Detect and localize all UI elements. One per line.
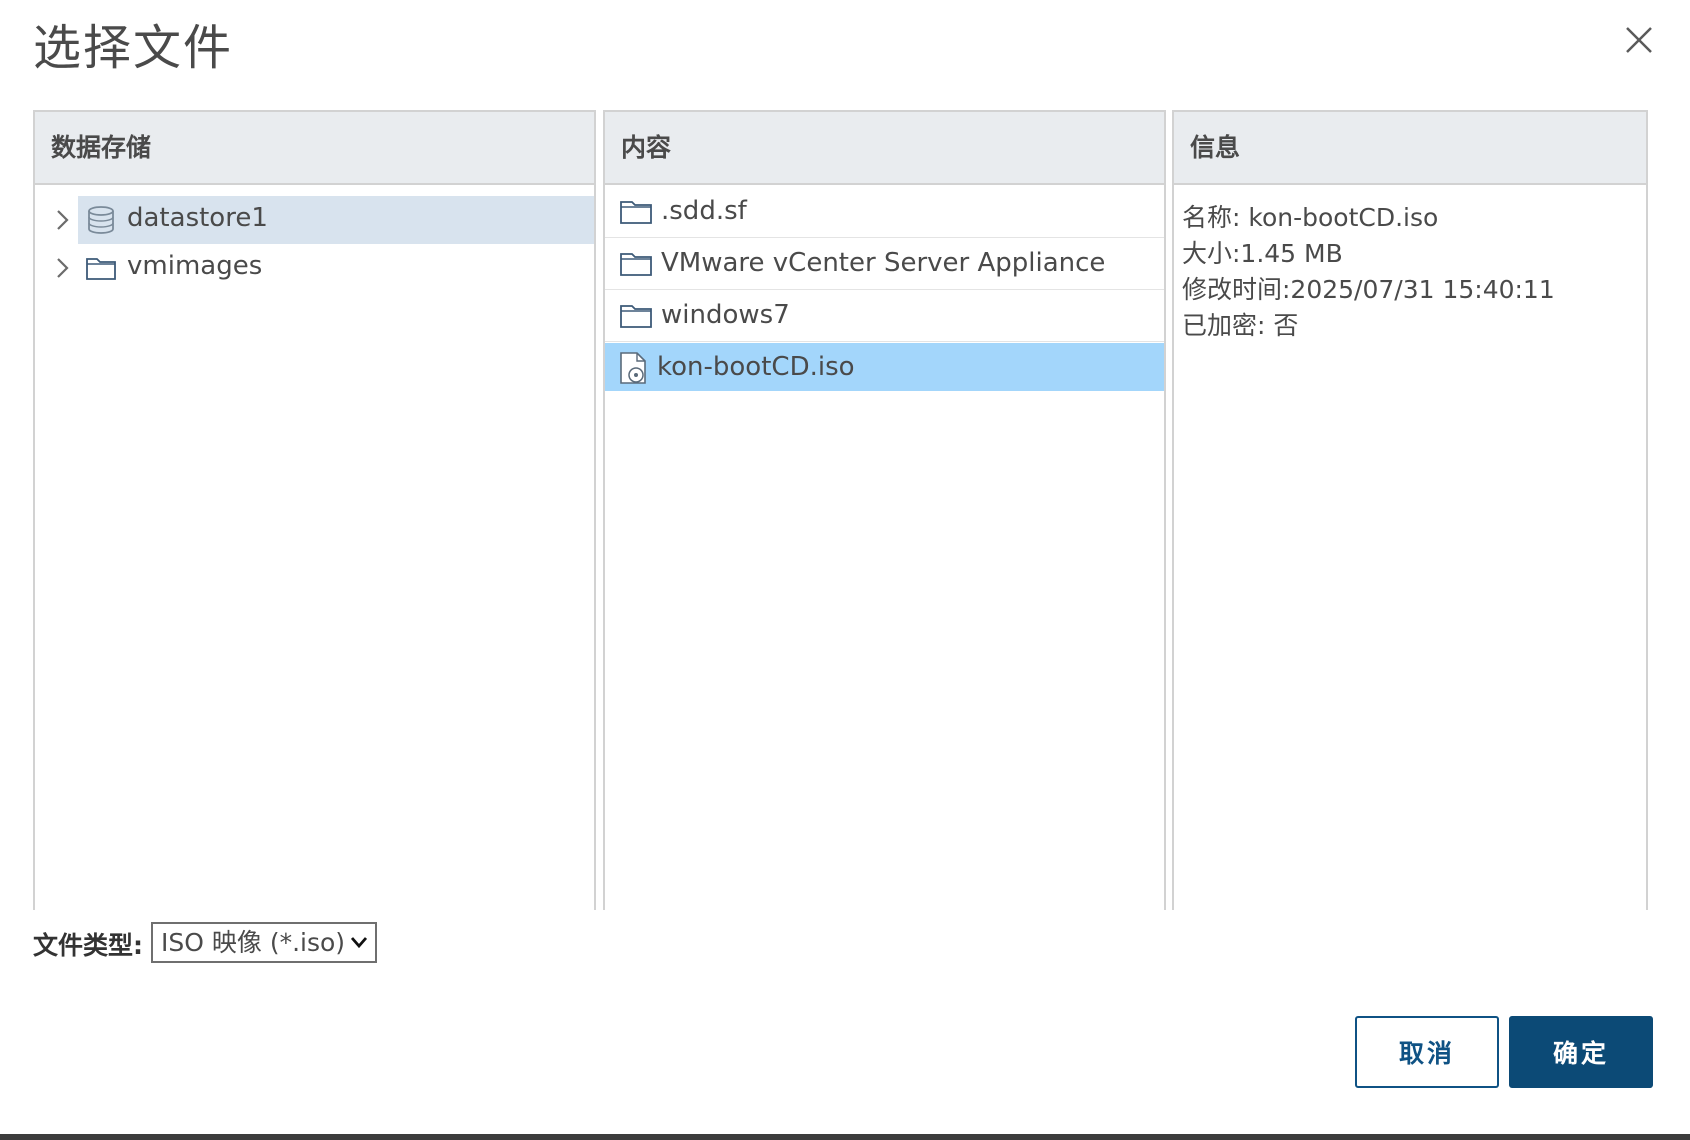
file-type-select[interactable]: ISO 映像 (*.iso) (151, 922, 377, 963)
file-item-windows7[interactable]: windows7 (605, 291, 1164, 342)
file-item-label: .sdd.sf (661, 196, 747, 226)
info-modified: 修改时间:2025/07/31 15:40:11 (1182, 275, 1555, 304)
window-bottom-edge (0, 1134, 1690, 1140)
info-name: 名称: kon-bootCD.iso (1182, 203, 1439, 232)
datastore-panel-header: 数据存储 (35, 112, 594, 185)
file-item-label: VMware vCenter Server Appliance (661, 248, 1106, 278)
file-item-kon-bootcd-iso[interactable]: kon-bootCD.iso (605, 343, 1164, 391)
contents-panel: 内容 .sdd.sf VMware vCenter Server Applian… (603, 110, 1166, 910)
cancel-button[interactable]: 取消 (1355, 1016, 1499, 1088)
datastore-panel: 数据存储 datastore1 vmimages (33, 110, 596, 910)
chevron-right-icon[interactable] (49, 255, 75, 281)
tree-item-label: datastore1 (127, 203, 268, 233)
folder-icon (86, 258, 116, 280)
tree-item-datastore1[interactable]: datastore1 (35, 196, 594, 244)
file-type-label: 文件类型: (33, 931, 143, 960)
select-file-dialog: 选择文件 数据存储 datastore1 vmimages 内容 .sdd.sf… (0, 0, 1690, 1140)
tree-item-vmimages[interactable]: vmimages (35, 244, 594, 292)
info-panel-header: 信息 (1174, 112, 1646, 185)
info-panel: 信息 名称: kon-bootCD.iso 大小:1.45 MB 修改时间:20… (1172, 110, 1648, 910)
chevron-right-icon[interactable] (49, 207, 75, 233)
folder-icon (620, 305, 652, 328)
iso-file-icon (620, 352, 646, 384)
ok-button[interactable]: 确定 (1509, 1016, 1653, 1088)
tree-item-label: vmimages (127, 251, 263, 281)
file-type-value: ISO 映像 (*.iso) (161, 928, 346, 957)
file-item-label: windows7 (661, 300, 790, 330)
close-icon[interactable] (1619, 20, 1659, 60)
chevron-down-icon (350, 937, 368, 949)
file-item-label: kon-bootCD.iso (657, 352, 855, 382)
database-icon (88, 206, 114, 234)
info-encrypted: 已加密: 否 (1182, 311, 1299, 340)
file-item-vcenter[interactable]: VMware vCenter Server Appliance (605, 239, 1164, 290)
file-item-sdd-sf[interactable]: .sdd.sf (605, 187, 1164, 238)
info-size: 大小:1.45 MB (1182, 239, 1343, 268)
dialog-title: 选择文件 (33, 20, 234, 76)
folder-icon (620, 201, 652, 224)
contents-panel-header: 内容 (605, 112, 1164, 185)
folder-icon (620, 253, 652, 276)
